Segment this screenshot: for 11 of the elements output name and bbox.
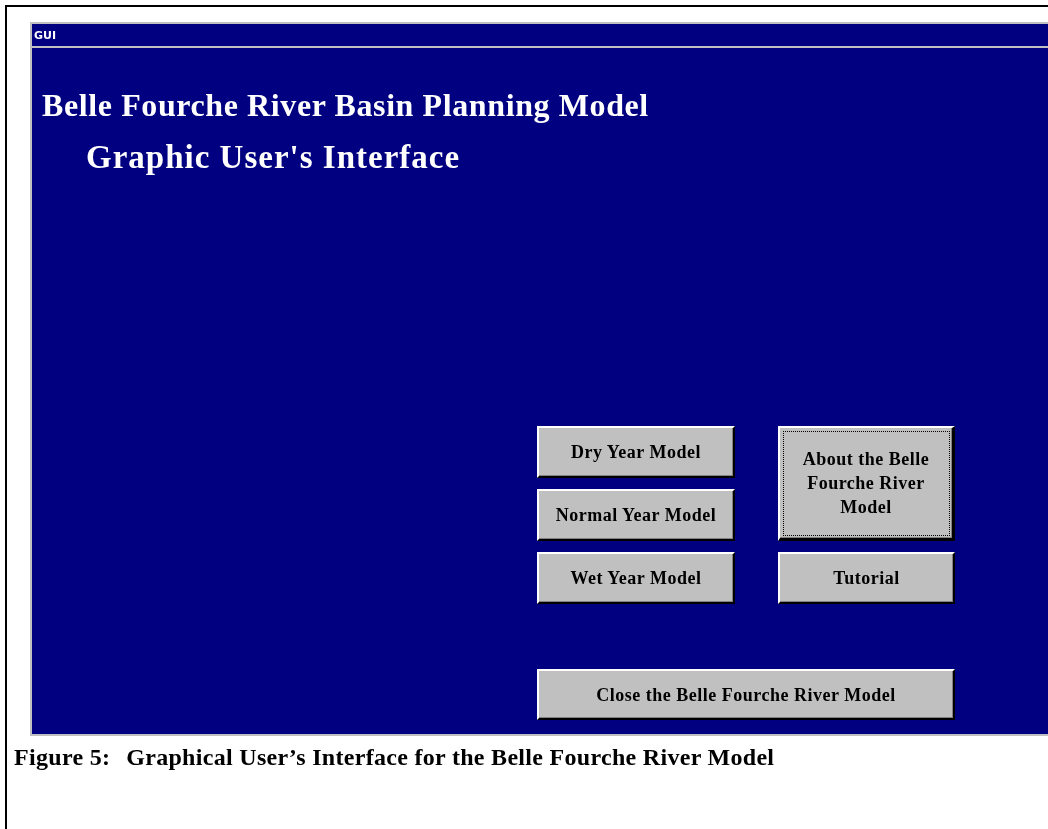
- menu-button[interactable]: Normal Year Model: [537, 489, 735, 541]
- menu-button[interactable]: About the Belle Fourche River Model: [778, 426, 955, 541]
- menu-button[interactable]: Dry Year Model: [537, 426, 735, 478]
- heading: Belle Fourche River Basin Planning Model: [42, 86, 649, 124]
- window-title: GUI: [34, 28, 57, 42]
- menu-button[interactable]: Close the Belle Fourche River Model: [537, 669, 955, 720]
- figure-caption: Graphical User’s Interface for the Belle Fourche River Model: [126, 744, 775, 770]
- figure-number: Figure 5:: [14, 744, 111, 771]
- menu-button[interactable]: Wet Year Model: [537, 552, 735, 604]
- menu-button[interactable]: Tutorial: [778, 552, 955, 604]
- heading: Graphic User's Interface: [86, 138, 461, 176]
